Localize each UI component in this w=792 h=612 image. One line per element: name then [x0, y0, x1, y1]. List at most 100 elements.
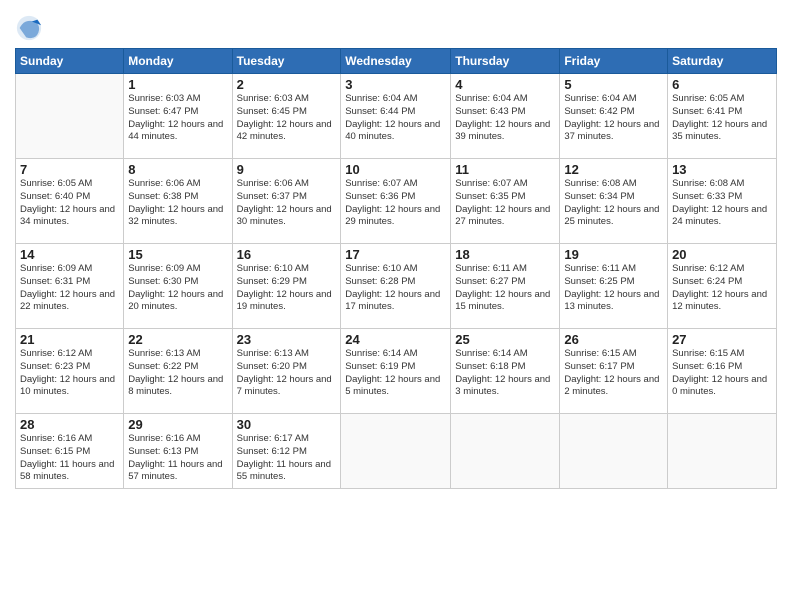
day-number: 5	[564, 77, 663, 92]
calendar-header-row: SundayMondayTuesdayWednesdayThursdayFrid…	[16, 49, 777, 74]
calendar-day-cell: 1Sunrise: 6:03 AMSunset: 6:47 PMDaylight…	[124, 74, 232, 159]
day-detail: Sunrise: 6:03 AMSunset: 6:47 PMDaylight:…	[128, 93, 227, 144]
day-detail: Sunrise: 6:12 AMSunset: 6:24 PMDaylight:…	[672, 263, 772, 314]
day-detail: Sunrise: 6:09 AMSunset: 6:31 PMDaylight:…	[20, 263, 119, 314]
calendar-day-cell: 12Sunrise: 6:08 AMSunset: 6:34 PMDayligh…	[560, 159, 668, 244]
day-number: 26	[564, 332, 663, 347]
day-detail: Sunrise: 6:04 AMSunset: 6:43 PMDaylight:…	[455, 93, 555, 144]
day-detail: Sunrise: 6:10 AMSunset: 6:28 PMDaylight:…	[345, 263, 446, 314]
day-detail: Sunrise: 6:04 AMSunset: 6:44 PMDaylight:…	[345, 93, 446, 144]
calendar-day-cell	[341, 414, 451, 489]
day-number: 8	[128, 162, 227, 177]
weekday-header: Monday	[124, 49, 232, 74]
day-number: 19	[564, 247, 663, 262]
weekday-header: Tuesday	[232, 49, 341, 74]
day-detail: Sunrise: 6:06 AMSunset: 6:37 PMDaylight:…	[237, 178, 337, 229]
logo	[15, 14, 45, 42]
day-number: 9	[237, 162, 337, 177]
calendar-day-cell: 16Sunrise: 6:10 AMSunset: 6:29 PMDayligh…	[232, 244, 341, 329]
day-number: 13	[672, 162, 772, 177]
day-number: 25	[455, 332, 555, 347]
day-detail: Sunrise: 6:14 AMSunset: 6:19 PMDaylight:…	[345, 348, 446, 399]
day-detail: Sunrise: 6:14 AMSunset: 6:18 PMDaylight:…	[455, 348, 555, 399]
day-detail: Sunrise: 6:16 AMSunset: 6:13 PMDaylight:…	[128, 433, 227, 484]
calendar-day-cell: 4Sunrise: 6:04 AMSunset: 6:43 PMDaylight…	[451, 74, 560, 159]
calendar-day-cell: 19Sunrise: 6:11 AMSunset: 6:25 PMDayligh…	[560, 244, 668, 329]
day-number: 7	[20, 162, 119, 177]
calendar-day-cell: 8Sunrise: 6:06 AMSunset: 6:38 PMDaylight…	[124, 159, 232, 244]
day-detail: Sunrise: 6:07 AMSunset: 6:35 PMDaylight:…	[455, 178, 555, 229]
day-number: 4	[455, 77, 555, 92]
day-number: 2	[237, 77, 337, 92]
calendar-table: SundayMondayTuesdayWednesdayThursdayFrid…	[15, 48, 777, 489]
calendar-day-cell: 27Sunrise: 6:15 AMSunset: 6:16 PMDayligh…	[668, 329, 777, 414]
calendar-day-cell: 11Sunrise: 6:07 AMSunset: 6:35 PMDayligh…	[451, 159, 560, 244]
day-detail: Sunrise: 6:04 AMSunset: 6:42 PMDaylight:…	[564, 93, 663, 144]
calendar-day-cell	[16, 74, 124, 159]
logo-icon	[15, 14, 43, 42]
day-number: 21	[20, 332, 119, 347]
calendar-day-cell: 25Sunrise: 6:14 AMSunset: 6:18 PMDayligh…	[451, 329, 560, 414]
calendar-day-cell: 30Sunrise: 6:17 AMSunset: 6:12 PMDayligh…	[232, 414, 341, 489]
day-detail: Sunrise: 6:09 AMSunset: 6:30 PMDaylight:…	[128, 263, 227, 314]
day-number: 16	[237, 247, 337, 262]
day-detail: Sunrise: 6:16 AMSunset: 6:15 PMDaylight:…	[20, 433, 119, 484]
day-number: 12	[564, 162, 663, 177]
calendar-day-cell: 24Sunrise: 6:14 AMSunset: 6:19 PMDayligh…	[341, 329, 451, 414]
calendar-day-cell: 5Sunrise: 6:04 AMSunset: 6:42 PMDaylight…	[560, 74, 668, 159]
day-number: 1	[128, 77, 227, 92]
calendar-day-cell	[560, 414, 668, 489]
weekday-header: Sunday	[16, 49, 124, 74]
day-number: 11	[455, 162, 555, 177]
calendar-day-cell: 29Sunrise: 6:16 AMSunset: 6:13 PMDayligh…	[124, 414, 232, 489]
calendar-day-cell: 10Sunrise: 6:07 AMSunset: 6:36 PMDayligh…	[341, 159, 451, 244]
calendar-day-cell: 3Sunrise: 6:04 AMSunset: 6:44 PMDaylight…	[341, 74, 451, 159]
main-container: SundayMondayTuesdayWednesdayThursdayFrid…	[0, 0, 792, 499]
weekday-header: Thursday	[451, 49, 560, 74]
day-detail: Sunrise: 6:15 AMSunset: 6:16 PMDaylight:…	[672, 348, 772, 399]
calendar-week-row: 7Sunrise: 6:05 AMSunset: 6:40 PMDaylight…	[16, 159, 777, 244]
day-detail: Sunrise: 6:12 AMSunset: 6:23 PMDaylight:…	[20, 348, 119, 399]
weekday-header: Saturday	[668, 49, 777, 74]
header	[15, 10, 777, 42]
day-detail: Sunrise: 6:10 AMSunset: 6:29 PMDaylight:…	[237, 263, 337, 314]
day-detail: Sunrise: 6:05 AMSunset: 6:40 PMDaylight:…	[20, 178, 119, 229]
day-detail: Sunrise: 6:15 AMSunset: 6:17 PMDaylight:…	[564, 348, 663, 399]
calendar-day-cell: 6Sunrise: 6:05 AMSunset: 6:41 PMDaylight…	[668, 74, 777, 159]
day-number: 22	[128, 332, 227, 347]
calendar-week-row: 28Sunrise: 6:16 AMSunset: 6:15 PMDayligh…	[16, 414, 777, 489]
calendar-day-cell: 22Sunrise: 6:13 AMSunset: 6:22 PMDayligh…	[124, 329, 232, 414]
calendar-day-cell: 26Sunrise: 6:15 AMSunset: 6:17 PMDayligh…	[560, 329, 668, 414]
calendar-day-cell: 18Sunrise: 6:11 AMSunset: 6:27 PMDayligh…	[451, 244, 560, 329]
day-detail: Sunrise: 6:08 AMSunset: 6:34 PMDaylight:…	[564, 178, 663, 229]
day-detail: Sunrise: 6:11 AMSunset: 6:25 PMDaylight:…	[564, 263, 663, 314]
day-detail: Sunrise: 6:08 AMSunset: 6:33 PMDaylight:…	[672, 178, 772, 229]
day-detail: Sunrise: 6:05 AMSunset: 6:41 PMDaylight:…	[672, 93, 772, 144]
day-detail: Sunrise: 6:13 AMSunset: 6:20 PMDaylight:…	[237, 348, 337, 399]
calendar-day-cell: 7Sunrise: 6:05 AMSunset: 6:40 PMDaylight…	[16, 159, 124, 244]
day-number: 27	[672, 332, 772, 347]
weekday-header: Friday	[560, 49, 668, 74]
calendar-day-cell: 17Sunrise: 6:10 AMSunset: 6:28 PMDayligh…	[341, 244, 451, 329]
day-number: 14	[20, 247, 119, 262]
calendar-day-cell: 20Sunrise: 6:12 AMSunset: 6:24 PMDayligh…	[668, 244, 777, 329]
weekday-header: Wednesday	[341, 49, 451, 74]
calendar-day-cell: 9Sunrise: 6:06 AMSunset: 6:37 PMDaylight…	[232, 159, 341, 244]
day-number: 15	[128, 247, 227, 262]
day-detail: Sunrise: 6:13 AMSunset: 6:22 PMDaylight:…	[128, 348, 227, 399]
day-detail: Sunrise: 6:17 AMSunset: 6:12 PMDaylight:…	[237, 433, 337, 484]
day-number: 17	[345, 247, 446, 262]
calendar-day-cell: 21Sunrise: 6:12 AMSunset: 6:23 PMDayligh…	[16, 329, 124, 414]
calendar-day-cell	[668, 414, 777, 489]
calendar-day-cell	[451, 414, 560, 489]
calendar-day-cell: 28Sunrise: 6:16 AMSunset: 6:15 PMDayligh…	[16, 414, 124, 489]
calendar-day-cell: 14Sunrise: 6:09 AMSunset: 6:31 PMDayligh…	[16, 244, 124, 329]
day-number: 24	[345, 332, 446, 347]
day-detail: Sunrise: 6:06 AMSunset: 6:38 PMDaylight:…	[128, 178, 227, 229]
day-number: 20	[672, 247, 772, 262]
calendar-week-row: 14Sunrise: 6:09 AMSunset: 6:31 PMDayligh…	[16, 244, 777, 329]
day-number: 10	[345, 162, 446, 177]
calendar-week-row: 21Sunrise: 6:12 AMSunset: 6:23 PMDayligh…	[16, 329, 777, 414]
calendar-day-cell: 2Sunrise: 6:03 AMSunset: 6:45 PMDaylight…	[232, 74, 341, 159]
day-number: 3	[345, 77, 446, 92]
